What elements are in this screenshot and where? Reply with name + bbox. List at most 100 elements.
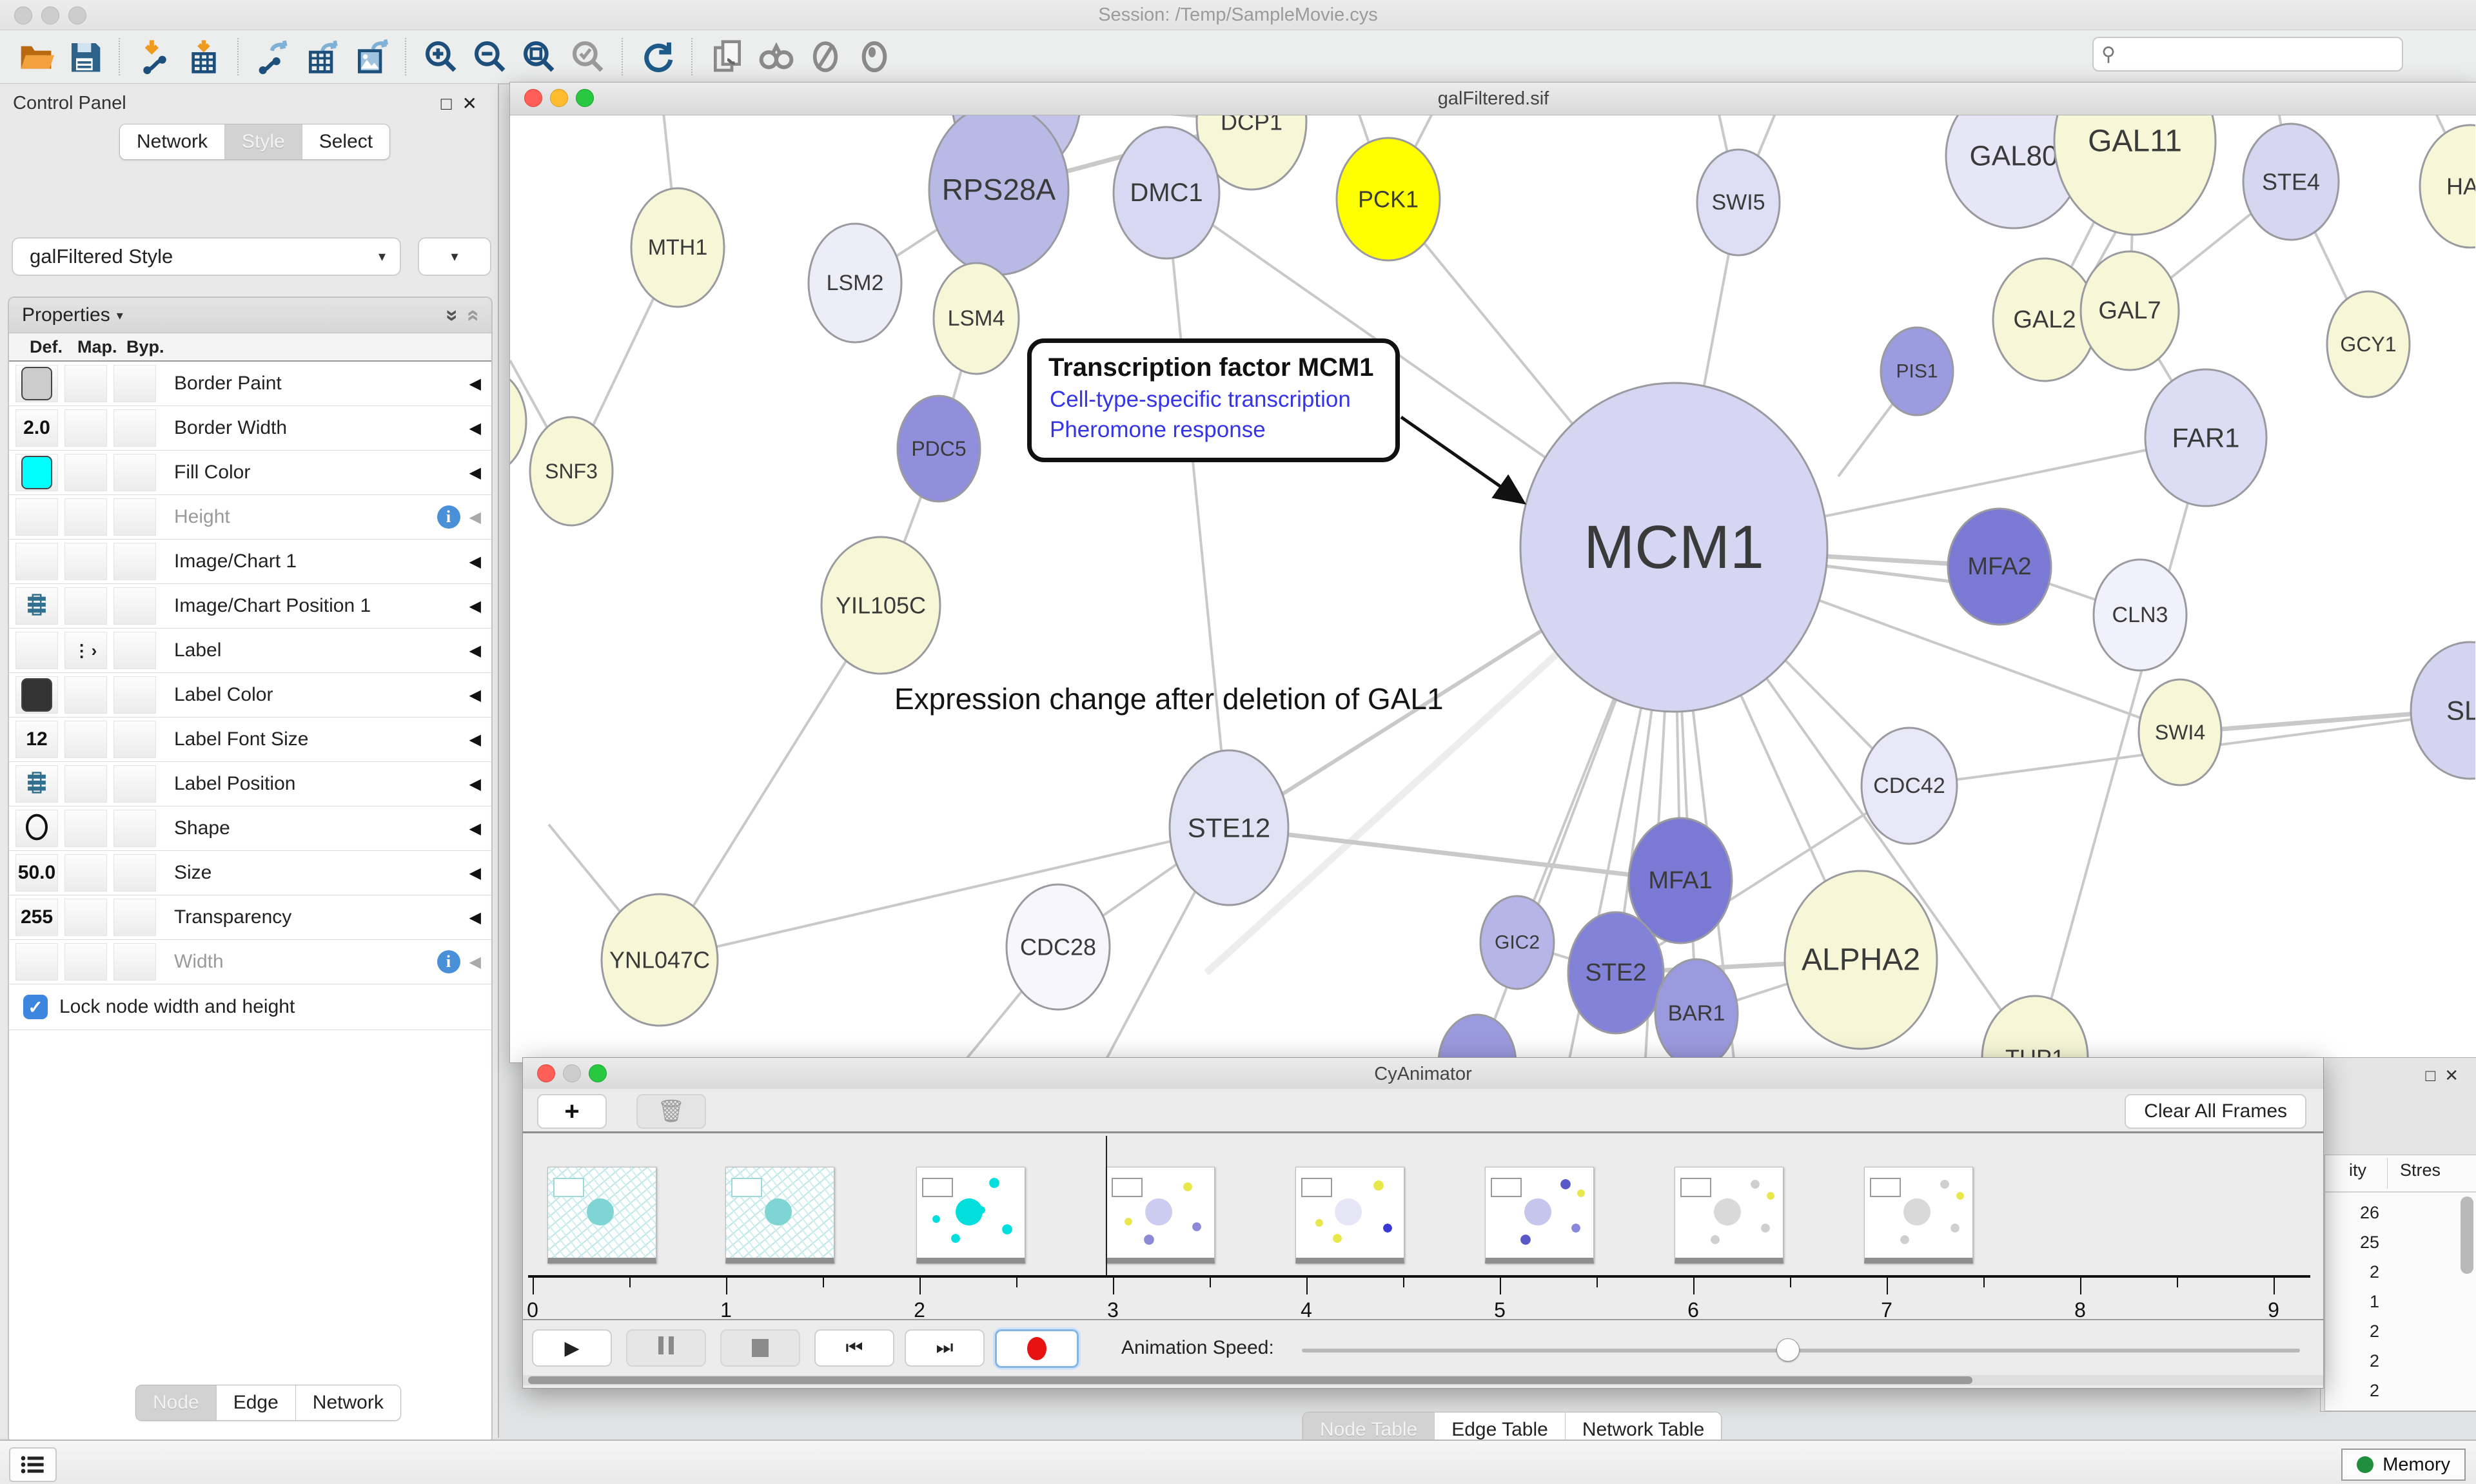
node-slt[interactable]: SLT (2411, 642, 2475, 779)
node-dmc1[interactable]: DMC1 (1114, 127, 1219, 259)
node-far1[interactable]: FAR1 (2145, 369, 2266, 506)
frame-thumbnail-5[interactable] (1295, 1167, 1404, 1264)
play-button[interactable]: ▶ (532, 1329, 612, 1367)
property-row-label-color[interactable]: Label Color◀ (9, 673, 491, 718)
default-value[interactable]: 12 (26, 728, 47, 750)
results-scrollbar[interactable] (2461, 1196, 2473, 1274)
info-icon[interactable]: i (437, 950, 460, 973)
hide-panel-icon[interactable] (805, 37, 845, 77)
lock-size-checkbox[interactable]: ✓ (23, 995, 48, 1019)
node-mth1[interactable]: MTH1 (631, 188, 724, 307)
node-gal11[interactable]: GAL11 (2054, 115, 2216, 235)
color-swatch[interactable] (21, 678, 52, 712)
search-input[interactable]: ⚲ (2092, 37, 2403, 72)
frame-thumbnail-6[interactable] (1485, 1167, 1594, 1264)
color-swatch[interactable] (21, 456, 52, 489)
property-row-label-position[interactable]: Label Position◀ (9, 762, 491, 806)
animation-speed-thumb[interactable] (1776, 1338, 1800, 1362)
ellipse-shape-icon[interactable] (24, 813, 50, 845)
position-icon[interactable] (25, 594, 49, 619)
add-frame-button[interactable]: + (537, 1094, 607, 1129)
property-row-shape[interactable]: Shape◀ (9, 806, 491, 851)
expand-row-icon[interactable]: ◀ (469, 552, 481, 571)
panel-window-buttons[interactable]: □✕ (2426, 1066, 2468, 1086)
node-alpha2[interactable]: ALPHA2 (1785, 871, 1937, 1049)
annotation-callout[interactable]: Transcription factor MCM1 Cell-type-spec… (1027, 338, 1400, 462)
network-edge[interactable] (660, 828, 1229, 960)
stop-button[interactable] (720, 1329, 800, 1367)
panel-window-buttons[interactable]: □✕ (441, 93, 487, 114)
node-hap[interactable]: HAP (2420, 125, 2475, 248)
expand-row-icon[interactable]: ◀ (469, 775, 481, 794)
expand-row-icon[interactable]: ◀ (469, 686, 481, 705)
node-clipped[interactable] (1439, 1015, 1516, 1062)
property-row-label-font-size[interactable]: 12Label Font Size◀ (9, 718, 491, 762)
tab-select[interactable]: Select (302, 124, 389, 159)
expand-row-icon[interactable]: ◀ (469, 597, 481, 616)
node-yil105c[interactable]: YIL105C (821, 537, 940, 674)
node-lsm2[interactable]: LSM2 (809, 224, 901, 342)
frame-thumbnail-7[interactable] (1675, 1167, 1783, 1264)
node-snf3[interactable]: SNF3 (530, 417, 613, 525)
expand-row-icon[interactable]: ◀ (469, 730, 481, 749)
task-history-button[interactable] (9, 1447, 57, 1482)
node-bar1[interactable]: BAR1 (1655, 959, 1738, 1062)
node-pis1[interactable]: PIS1 (1881, 327, 1953, 415)
expand-row-icon[interactable]: ◀ (469, 464, 481, 482)
zoom-out-icon[interactable] (470, 37, 510, 77)
expand-row-icon[interactable]: ◀ (469, 864, 481, 883)
record-button[interactable] (995, 1329, 1079, 1368)
frame-thumbnail-8[interactable] (1864, 1167, 1973, 1264)
network-canvas[interactable]: DCP1RPS28ADMC1PCK1MTH1LSM2LSM4SWI5GAL80G… (510, 115, 2475, 1062)
node-pdc5[interactable]: PDC5 (898, 396, 980, 502)
animation-speed-slider[interactable] (1302, 1349, 2300, 1352)
export-table-icon[interactable] (302, 37, 342, 77)
node-mfa2[interactable]: MFA2 (1948, 509, 2051, 625)
delete-frame-button[interactable]: 🗑 (636, 1094, 706, 1129)
annotation-link-1[interactable]: Cell-type-specific transcription (1050, 387, 1395, 413)
node-ynl047c[interactable]: YNL047C (602, 894, 718, 1026)
import-table-icon[interactable] (184, 37, 224, 77)
frame-thumbnail-1[interactable] (547, 1167, 656, 1264)
find-icon[interactable] (756, 37, 796, 77)
expand-row-icon[interactable]: ◀ (469, 508, 481, 527)
pause-button[interactable] (626, 1329, 706, 1367)
expand-row-icon[interactable]: ◀ (469, 908, 481, 927)
refresh-icon[interactable] (638, 37, 678, 77)
node-pck1[interactable]: PCK1 (1337, 138, 1440, 260)
clear-all-frames-button[interactable]: Clear All Frames (2125, 1094, 2306, 1129)
network-window-titlebar[interactable]: galFiltered.sif (510, 83, 2476, 115)
position-icon[interactable] (25, 772, 49, 797)
memory-button[interactable]: Memory (2341, 1449, 2466, 1481)
show-panel-icon[interactable] (854, 37, 894, 77)
property-row-height[interactable]: Heighti◀ (9, 495, 491, 540)
copy-view-icon[interactable] (707, 37, 747, 77)
annotation-link-2[interactable]: Pheromone response (1050, 417, 1395, 443)
node-gal7[interactable]: GAL7 (2081, 251, 2179, 370)
results-col-stress[interactable]: Stres (2400, 1160, 2441, 1180)
default-value[interactable]: 2.0 (23, 417, 50, 439)
save-session-icon[interactable] (65, 37, 105, 77)
timeline[interactable]: 0123456789 Seconds (523, 1133, 2323, 1319)
property-row-border-width[interactable]: 2.0Border Width◀ (9, 406, 491, 451)
style-options-button[interactable]: ▾ (418, 237, 491, 276)
info-icon[interactable]: i (437, 505, 460, 529)
node-lsm4[interactable]: LSM4 (934, 263, 1019, 374)
default-value[interactable]: 50.0 (18, 862, 55, 884)
node-gcy1[interactable]: GCY1 (2327, 291, 2410, 397)
skip-to-start-button[interactable]: ⏮ (814, 1329, 894, 1367)
expand-row-icon[interactable]: ◀ (469, 819, 481, 838)
property-row-transparency[interactable]: 255Transparency◀ (9, 895, 491, 940)
open-session-icon[interactable] (16, 37, 56, 77)
zoom-selected-icon[interactable] (568, 37, 608, 77)
tab-style[interactable]: Style (225, 124, 302, 159)
properties-header[interactable]: Properties ▾ »« (9, 298, 491, 333)
frame-thumbnail-2[interactable] (725, 1167, 834, 1264)
tab-edge[interactable]: Edge (217, 1385, 296, 1420)
property-row-image-chart-position-1[interactable]: Image/Chart Position 1◀ (9, 584, 491, 629)
skip-to-end-button[interactable]: ⏭ (905, 1329, 985, 1367)
color-swatch[interactable] (21, 367, 52, 400)
network-edge[interactable] (1229, 828, 1680, 881)
style-select[interactable]: galFiltered Style ▾ (12, 237, 401, 276)
property-row-size[interactable]: 50.0Size◀ (9, 851, 491, 895)
